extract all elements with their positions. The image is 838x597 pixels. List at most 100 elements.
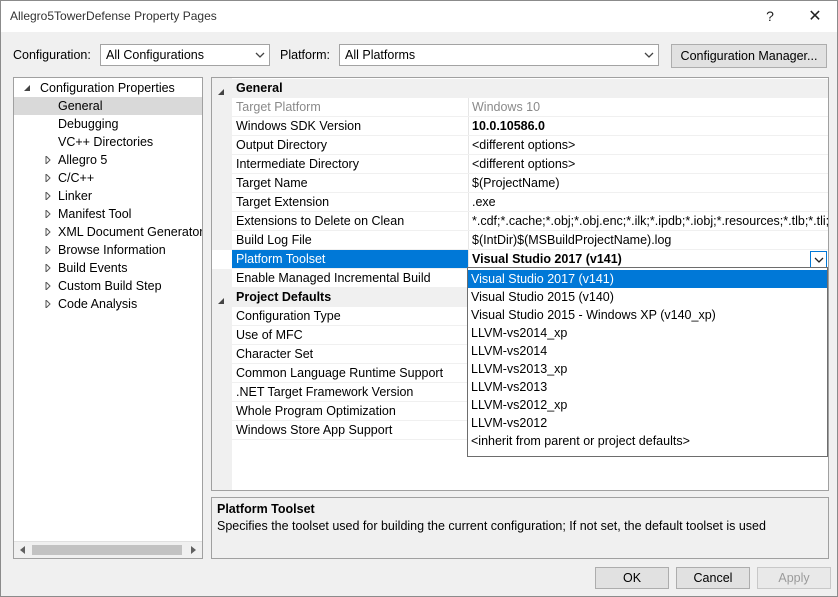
collapsed-triangle-icon[interactable]	[44, 169, 54, 187]
category-label: General	[236, 81, 283, 95]
expanded-triangle-icon[interactable]	[217, 85, 225, 99]
expanded-triangle-icon[interactable]	[217, 294, 225, 308]
property-name: Whole Program Optimization	[236, 404, 396, 418]
expanded-triangle-icon[interactable]	[22, 79, 32, 97]
property-name: Windows Store App Support	[236, 423, 393, 437]
tree-item-label: Build Events	[58, 261, 128, 275]
column-divider[interactable]	[468, 155, 469, 174]
property-row-extensions-to-delete-on-clean[interactable]: Extensions to Delete on Clean *.cdf;*.cac…	[212, 212, 828, 231]
property-row-target-name[interactable]: Target Name $(ProjectName)	[212, 174, 828, 193]
tree-item-manifest-tool[interactable]: Manifest Tool	[14, 205, 202, 223]
category-tree[interactable]: Configuration Properties General Debuggin…	[13, 77, 203, 559]
collapsed-triangle-icon[interactable]	[44, 151, 54, 169]
column-divider[interactable]	[468, 174, 469, 193]
tree-item-custom-build-step[interactable]: Custom Build Step	[14, 277, 202, 295]
column-divider[interactable]	[468, 98, 469, 117]
property-name: Enable Managed Incremental Build	[236, 271, 431, 285]
dropdown-option[interactable]: LLVM-vs2013	[468, 378, 827, 396]
title-bar[interactable]: Allegro5TowerDefense Property Pages ? ✕	[1, 1, 837, 32]
collapsed-triangle-icon[interactable]	[44, 295, 54, 313]
collapsed-triangle-icon[interactable]	[44, 223, 54, 241]
column-divider[interactable]	[468, 117, 469, 136]
scroll-right-icon[interactable]	[185, 542, 202, 558]
tree-root-configuration-properties[interactable]: Configuration Properties	[22, 79, 202, 97]
property-name: Output Directory	[236, 138, 328, 152]
column-divider[interactable]	[468, 193, 469, 212]
tree-item-linker[interactable]: Linker	[14, 187, 202, 205]
tree-item-allegro-5[interactable]: Allegro 5	[14, 151, 202, 169]
scroll-left-icon[interactable]	[14, 542, 31, 558]
dropdown-option[interactable]: Visual Studio 2017 (v141)	[468, 270, 827, 288]
dropdown-option[interactable]: LLVM-vs2013_xp	[468, 360, 827, 378]
tree-item-build-events[interactable]: Build Events	[14, 259, 202, 277]
dropdown-option[interactable]: LLVM-vs2014_xp	[468, 324, 827, 342]
tree-item-label: XML Document Generator	[58, 225, 203, 239]
property-name: Intermediate Directory	[236, 157, 359, 171]
tree-horizontal-scrollbar[interactable]	[14, 541, 202, 558]
scrollbar-thumb[interactable]	[32, 545, 182, 555]
tree-item-label: Code Analysis	[58, 297, 138, 311]
tree-item-label: Linker	[58, 189, 93, 203]
dropdown-option[interactable]: LLVM-vs2012	[468, 414, 827, 432]
apply-button[interactable]: Apply	[757, 567, 831, 589]
platform-toolset-dropdown-list[interactable]: Visual Studio 2017 (v141) Visual Studio 2…	[467, 267, 828, 457]
property-name: Windows SDK Version	[236, 119, 362, 133]
collapsed-triangle-icon[interactable]	[44, 205, 54, 223]
cancel-button[interactable]: Cancel	[676, 567, 750, 589]
tree-item-general[interactable]: General	[14, 97, 202, 115]
column-divider[interactable]	[468, 136, 469, 155]
property-name: Extensions to Delete on Clean	[236, 214, 405, 228]
dropdown-option[interactable]: Visual Studio 2015 - Windows XP (v140_xp…	[468, 306, 827, 324]
property-name: Use of MFC	[236, 328, 303, 342]
tree-item-code-analysis[interactable]: Code Analysis	[14, 295, 202, 313]
property-row-output-directory[interactable]: Output Directory <different options>	[212, 136, 828, 155]
category-general[interactable]: General	[212, 79, 828, 98]
property-value: *.cdf;*.cache;*.obj;*.obj.enc;*.ilk;*.ip…	[472, 214, 828, 228]
configuration-dropdown[interactable]: All Configurations	[100, 44, 270, 66]
description-title: Platform Toolset	[217, 502, 315, 516]
property-row-windows-sdk-version[interactable]: Windows SDK Version 10.0.10586.0	[212, 117, 828, 136]
platform-label: Platform:	[280, 48, 331, 62]
tree-item-label: Debugging	[58, 117, 119, 131]
ok-button[interactable]: OK	[595, 567, 669, 589]
property-value: <different options>	[472, 138, 576, 152]
help-button[interactable]: ?	[753, 1, 787, 32]
tree-item-label: Browse Information	[58, 243, 166, 257]
dropdown-option[interactable]: Visual Studio 2015 (v140)	[468, 288, 827, 306]
property-name: Common Language Runtime Support	[236, 366, 444, 380]
close-button[interactable]: ✕	[798, 1, 832, 32]
property-value: $(IntDir)$(MSBuildProjectName).log	[472, 233, 672, 247]
tree-item-label: Manifest Tool	[58, 207, 132, 221]
description-panel: Platform Toolset Specifies the toolset u…	[211, 497, 829, 559]
property-name: Build Log File	[236, 233, 312, 247]
tree-item-browse-information[interactable]: Browse Information	[14, 241, 202, 259]
column-divider[interactable]	[468, 212, 469, 231]
tree-item-c-c[interactable]: C/C++	[14, 169, 202, 187]
property-row-build-log-file[interactable]: Build Log File $(IntDir)$(MSBuildProjectN…	[212, 231, 828, 250]
property-name: Platform Toolset	[232, 250, 468, 269]
tree-item-debugging[interactable]: Debugging	[14, 115, 202, 133]
collapsed-triangle-icon[interactable]	[44, 241, 54, 259]
dropdown-option[interactable]: LLVM-vs2012_xp	[468, 396, 827, 414]
configuration-manager-button[interactable]: Configuration Manager...	[671, 44, 827, 68]
platform-dropdown[interactable]: All Platforms	[339, 44, 659, 66]
property-name: Target Platform	[236, 100, 321, 114]
tree-item-vc-directories[interactable]: VC++ Directories	[14, 133, 202, 151]
column-divider[interactable]	[468, 231, 469, 250]
collapsed-triangle-icon[interactable]	[44, 187, 54, 205]
property-row-target-platform[interactable]: Target Platform Windows 10	[212, 98, 828, 117]
property-name: Target Extension	[236, 195, 330, 209]
dropdown-option[interactable]: <inherit from parent or project defaults…	[468, 432, 827, 450]
tree-item-label: C/C++	[58, 171, 95, 185]
chevron-down-icon	[251, 45, 269, 65]
property-value: .exe	[472, 195, 496, 209]
collapsed-triangle-icon[interactable]	[44, 277, 54, 295]
property-row-intermediate-directory[interactable]: Intermediate Directory <different options…	[212, 155, 828, 174]
dropdown-option[interactable]: LLVM-vs2014	[468, 342, 827, 360]
dropdown-chevron-icon[interactable]	[810, 251, 827, 268]
chevron-down-icon	[640, 45, 658, 65]
property-value: 10.0.10586.0	[472, 119, 545, 133]
tree-item-xml-document-generator[interactable]: XML Document Generator	[14, 223, 202, 241]
property-row-target-extension[interactable]: Target Extension .exe	[212, 193, 828, 212]
collapsed-triangle-icon[interactable]	[44, 259, 54, 277]
